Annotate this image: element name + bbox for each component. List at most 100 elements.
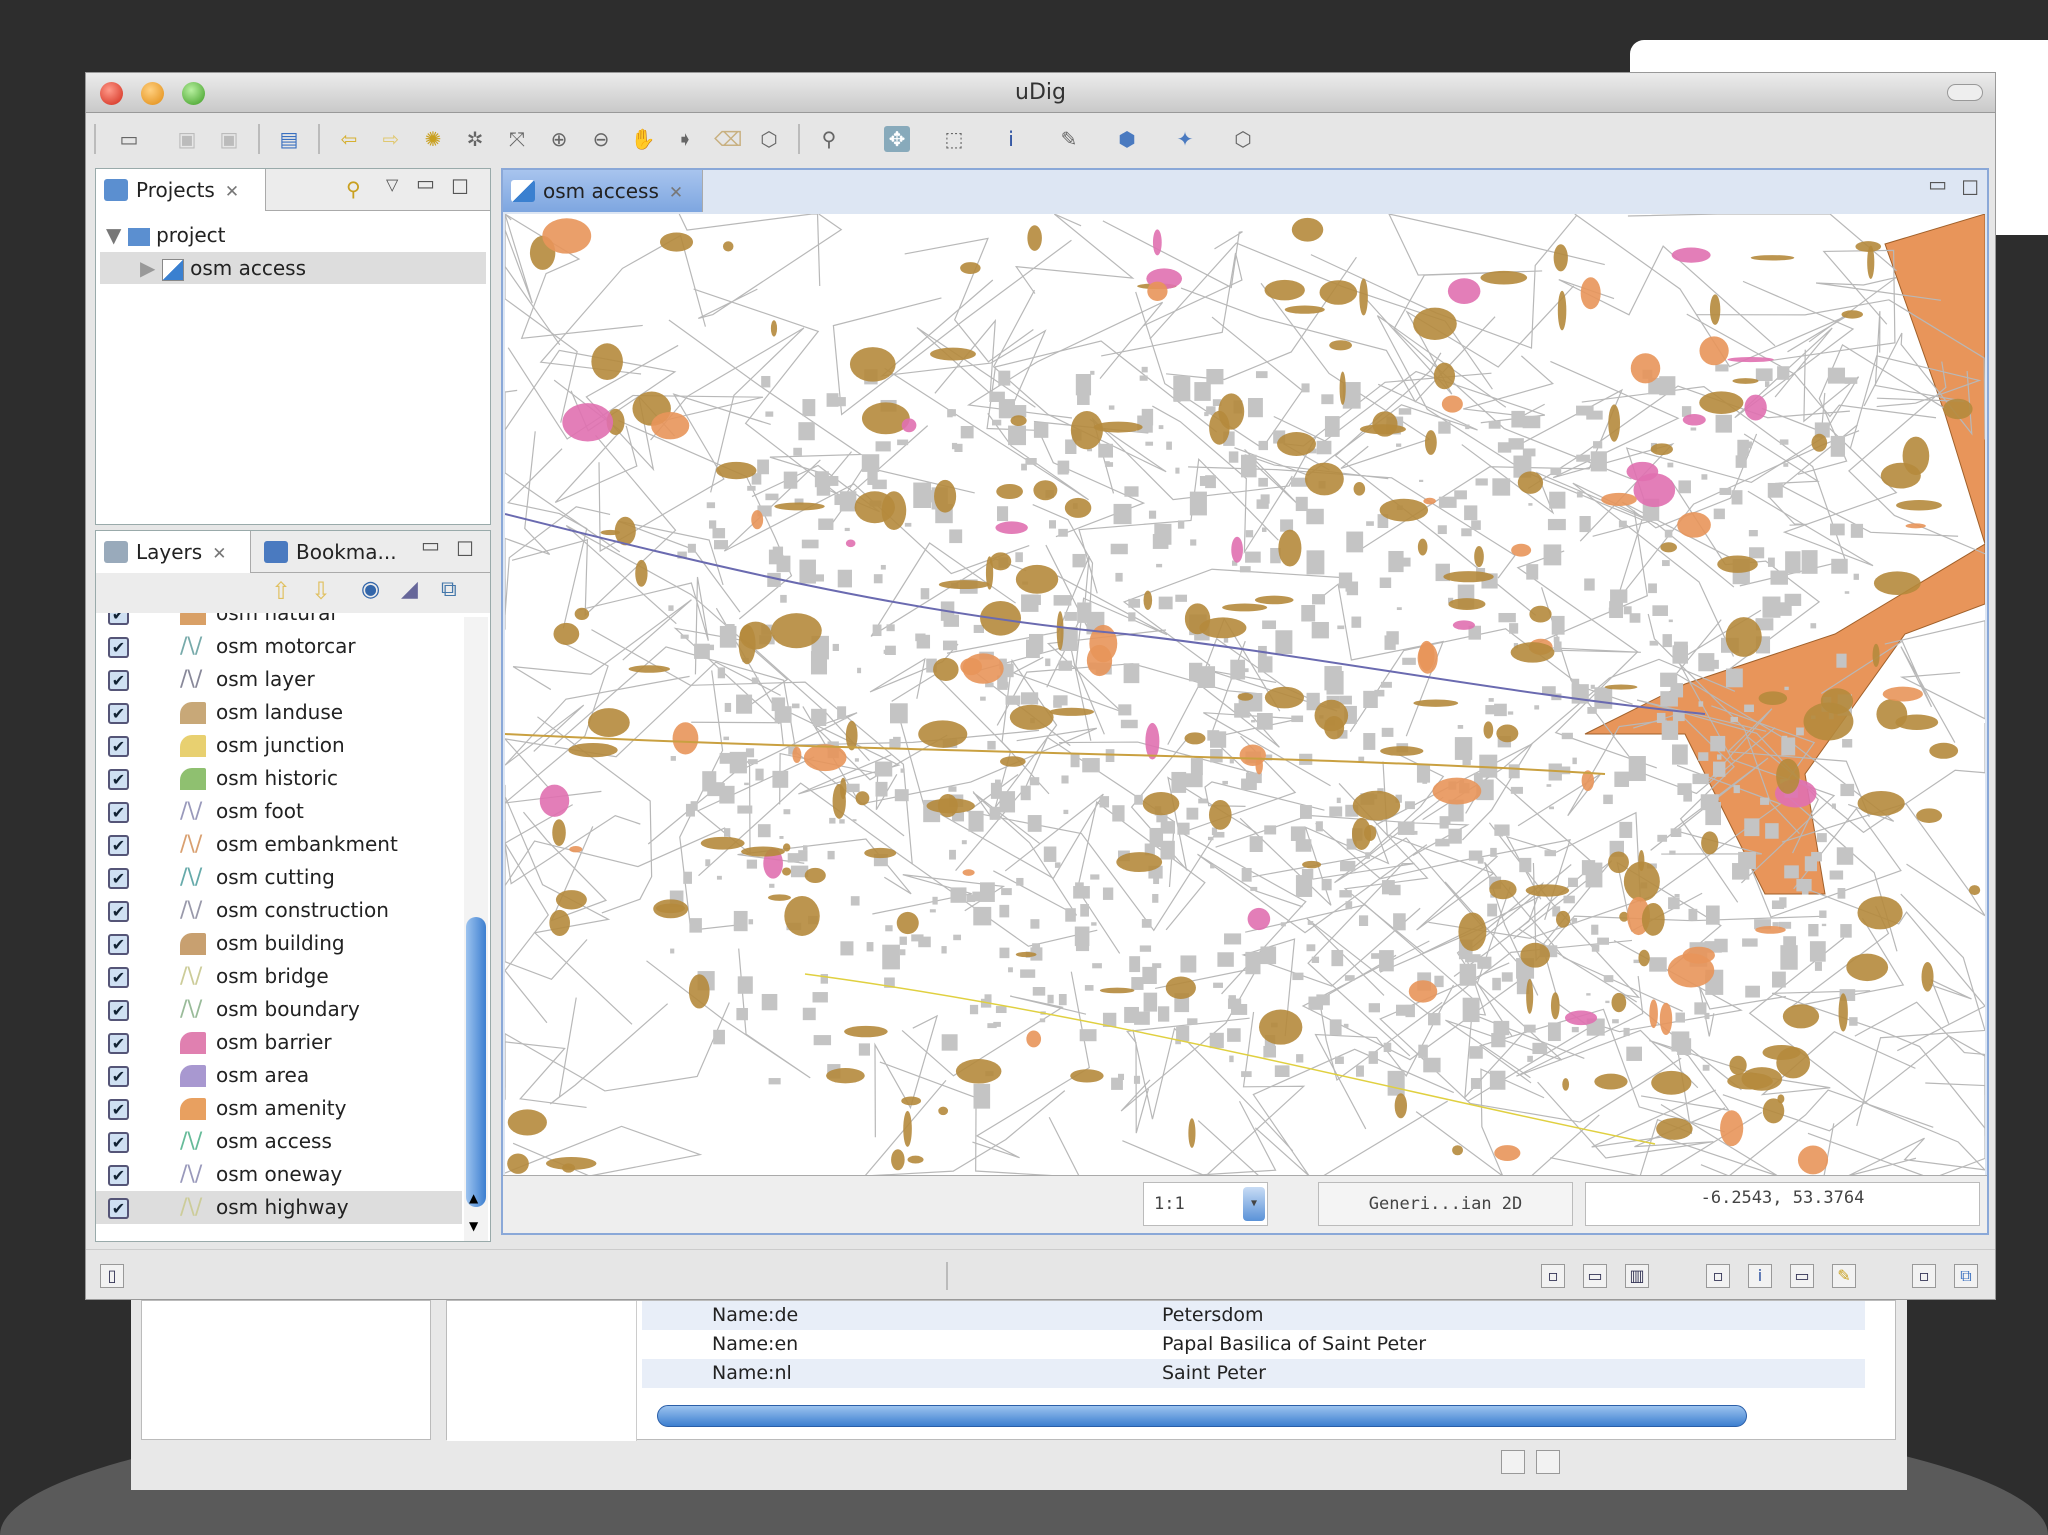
window-icon[interactable]: ▭ (1583, 1264, 1607, 1288)
view-menu-icon[interactable]: ▽ (386, 175, 398, 194)
view-menu-icon[interactable] (1501, 1450, 1525, 1474)
style-icon[interactable]: ◉ (361, 577, 380, 602)
layer-visibility-checkbox[interactable]: ✔ (108, 901, 129, 922)
pan-icon[interactable]: ✋ (630, 126, 656, 152)
view-menu-icon[interactable]: ▫ (1541, 1264, 1565, 1288)
edit-icon[interactable]: ✎ (1056, 126, 1082, 152)
layer-visibility-checkbox[interactable]: ✔ (108, 1132, 129, 1153)
layer-item[interactable]: ✔ osm junction (96, 729, 462, 762)
zoom-out-icon[interactable]: ⊖ (588, 126, 614, 152)
layer-visibility-checkbox[interactable]: ✔ (108, 934, 129, 955)
close-icon[interactable]: ✕ (669, 183, 683, 203)
layer-item[interactable]: ✔ osm natural (96, 613, 462, 630)
view-menu-icon[interactable]: ▫ (1706, 1264, 1730, 1288)
layer-item[interactable]: ✔ /\/ osm bridge (96, 960, 462, 993)
zoom-in-icon[interactable]: ⊕ (546, 126, 572, 152)
shape-tool-icon[interactable]: ⬡ (1230, 126, 1256, 152)
layer-visibility-checkbox[interactable]: ✔ (108, 1165, 129, 1186)
forward-icon[interactable]: ⇨ (378, 126, 404, 152)
window-icon[interactable]: ▭ (1790, 1264, 1814, 1288)
minimize-button[interactable] (141, 82, 164, 105)
vertex-tool-icon[interactable]: ✦ (1172, 126, 1198, 152)
tab-osm-access[interactable]: osm access ✕ (503, 170, 703, 212)
legend-icon[interactable]: ◢ (401, 577, 418, 602)
tab-layers[interactable]: Layers ✕ (96, 531, 251, 573)
layer-item[interactable]: ✔ osm historic (96, 762, 462, 795)
move-up-icon[interactable]: ⇧ (271, 577, 291, 605)
eraser-icon[interactable]: ⌫ (714, 126, 742, 152)
layer-visibility-checkbox[interactable]: ✔ (108, 703, 129, 724)
polygon-icon[interactable]: ⬡ (756, 126, 782, 152)
layer-visibility-checkbox[interactable]: ✔ (108, 1000, 129, 1021)
zoom-button[interactable] (182, 82, 205, 105)
scrollbar-thumb[interactable] (466, 917, 486, 1207)
create-feature-icon[interactable]: ⬢ (1114, 126, 1140, 152)
layer-item[interactable]: ✔ /\/ osm foot (96, 795, 462, 828)
layer-visibility-checkbox[interactable]: ✔ (108, 1033, 129, 1054)
layer-item[interactable]: ✔ /\/ osm access (96, 1125, 462, 1158)
tree-item-map[interactable]: ▶ osm access (100, 252, 486, 284)
scroll-up-icon[interactable]: ▲ (469, 1191, 478, 1205)
layer-visibility-checkbox[interactable]: ✔ (108, 769, 129, 790)
layer-item[interactable]: ✔ /\/ osm cutting (96, 861, 462, 894)
minimize-icon[interactable] (1536, 1450, 1560, 1474)
layer-visibility-checkbox[interactable]: ✔ (108, 868, 129, 889)
layer-item[interactable]: ✔ osm building (96, 927, 462, 960)
layer-item[interactable]: ✔ /\/ osm construction (96, 894, 462, 927)
tab-projects[interactable]: Projects ✕ (96, 169, 266, 211)
info-icon[interactable]: i (1748, 1264, 1772, 1288)
new-map-icon[interactable]: ▤ (276, 126, 302, 152)
layer-item[interactable]: ✔ /\/ osm embankment (96, 828, 462, 861)
maximize-icon[interactable]: ☐ (451, 175, 469, 199)
crs-button[interactable]: Generi...ian 2D (1318, 1182, 1573, 1226)
layer-visibility-checkbox[interactable]: ✔ (108, 1066, 129, 1087)
layer-item[interactable]: ✔ osm barrier (96, 1026, 462, 1059)
view-menu-icon[interactable]: ▫ (1912, 1264, 1936, 1288)
layer-visibility-checkbox[interactable]: ✔ (108, 835, 129, 856)
horizontal-scrollbar[interactable] (657, 1405, 1747, 1427)
layer-visibility-checkbox[interactable]: ✔ (108, 613, 129, 625)
layer-item[interactable]: ✔ /\/ osm boundary (96, 993, 462, 1026)
layer-visibility-checkbox[interactable]: ✔ (108, 1198, 129, 1219)
close-button[interactable] (100, 82, 123, 105)
layer-visibility-checkbox[interactable]: ✔ (108, 637, 129, 658)
pan-tool-icon[interactable]: ✥ (884, 126, 910, 152)
pencil-icon[interactable]: ✎ (1832, 1264, 1856, 1288)
layer-item[interactable]: ✔ osm landuse (96, 696, 462, 729)
layer-visibility-checkbox[interactable]: ✔ (108, 1099, 129, 1120)
select-icon[interactable]: ⬚ (941, 126, 967, 152)
map-canvas[interactable] (505, 214, 1985, 1176)
vertical-scrollbar[interactable]: ▲ ▼ (464, 617, 488, 1241)
minimize-icon[interactable]: ▭ (421, 533, 440, 557)
layer-item[interactable]: ✔ osm area (96, 1059, 462, 1092)
new-icon[interactable]: ▭ (116, 126, 142, 152)
refresh-icon[interactable]: ✺ (420, 126, 446, 152)
scroll-down-icon[interactable]: ▼ (469, 1219, 478, 1233)
close-icon[interactable]: ✕ (212, 544, 226, 564)
tree-item-project[interactable]: ▼ project (106, 219, 226, 251)
dropdown-arrow-icon[interactable]: ▼ (1243, 1187, 1265, 1221)
table-view-icon[interactable]: ▥ (1625, 1264, 1649, 1288)
close-icon[interactable]: ✕ (225, 182, 239, 202)
link-icon[interactable]: ⚲ (346, 177, 361, 201)
stop-icon[interactable]: ✲ (462, 126, 488, 152)
layer-item[interactable]: ✔ osm amenity (96, 1092, 462, 1125)
minimize-icon[interactable]: ▭ (1928, 172, 1947, 196)
minimize-icon[interactable]: ▭ (416, 171, 435, 195)
layer-item[interactable]: ✔ /\/ osm oneway (96, 1158, 462, 1191)
add-layer-icon[interactable]: ⧉ (441, 577, 457, 602)
arrow-icon[interactable]: ➧ (672, 126, 698, 152)
fast-view-icon[interactable]: ▯ (100, 1264, 124, 1288)
toolbar-toggle-button[interactable] (1947, 84, 1983, 101)
scale-combo[interactable]: 1:1 ▼ (1143, 1182, 1268, 1226)
search-icon[interactable]: ⚲ (816, 126, 842, 152)
maximize-icon[interactable]: ☐ (1961, 176, 1979, 200)
move-down-icon[interactable]: ⇩ (311, 577, 331, 605)
layer-item[interactable]: ✔ /\/ osm layer (96, 663, 462, 696)
layer-visibility-checkbox[interactable]: ✔ (108, 670, 129, 691)
back-icon[interactable]: ⇦ (336, 126, 362, 152)
info-icon[interactable]: i (998, 126, 1024, 152)
save-icon[interactable]: ▣ (174, 126, 200, 152)
layer-item[interactable]: ✔ /\/ osm highway (96, 1191, 462, 1224)
save-all-icon[interactable]: ▣ (216, 126, 242, 152)
